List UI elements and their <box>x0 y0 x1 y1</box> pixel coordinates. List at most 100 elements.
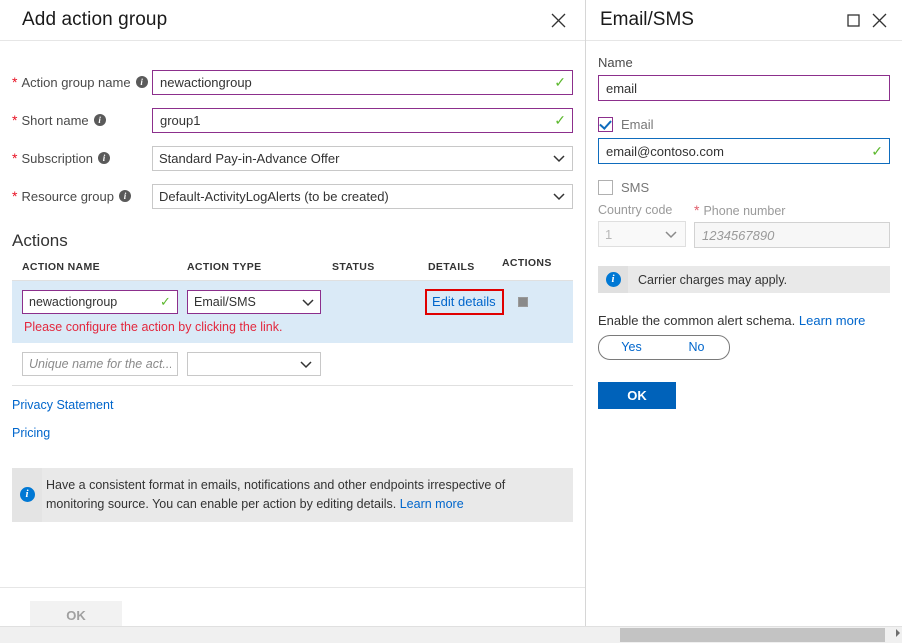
sms-checkbox-row: SMS <box>598 180 890 195</box>
column-header-action-type: ACTION TYPE <box>187 261 262 273</box>
email-checkbox[interactable] <box>598 117 613 132</box>
info-icon[interactable]: i <box>135 76 148 88</box>
label-short-name: * Short name i <box>12 113 152 128</box>
new-action-name-input[interactable] <box>22 352 178 376</box>
action-type-select[interactable]: Email/SMS <box>187 290 321 314</box>
info-box-text-area: Have a consistent format in emails, noti… <box>42 468 573 522</box>
maximize-icon[interactable] <box>840 7 866 33</box>
resource-group-select[interactable]: Default-ActivityLogAlerts (to be created… <box>152 183 573 209</box>
label-action-group-name: * Action group name i <box>12 75 152 90</box>
email-input[interactable] <box>598 138 890 164</box>
field-row-action-group-name: * Action group name i ✓ <box>12 63 573 101</box>
valid-check-icon: ✓ <box>160 294 171 309</box>
action-name-input[interactable] <box>22 290 178 314</box>
close-icon[interactable] <box>545 7 571 33</box>
ok-button[interactable]: OK <box>598 382 676 409</box>
actions-table-header: ACTION NAME ACTION TYPE STATUS DETAILS A… <box>12 257 573 281</box>
privacy-statement-link[interactable]: Privacy Statement <box>12 398 113 412</box>
edit-details-link[interactable]: Edit details <box>425 289 504 315</box>
common-alert-schema-toggle[interactable]: Yes No <box>598 335 730 360</box>
action-group-name-input[interactable] <box>152 69 573 95</box>
common-alert-schema-text: Enable the common alert schema. <box>598 313 796 328</box>
info-icon[interactable]: i <box>118 190 131 202</box>
name-label: Name <box>598 55 633 70</box>
actions-table: ACTION NAME ACTION TYPE STATUS DETAILS A… <box>12 257 573 386</box>
row-error-message: Please configure the action by clicking … <box>24 320 283 334</box>
label-resource-group: * Resource group i <box>12 189 152 204</box>
table-row-fields: ✓ Email/SMS Edit details <box>12 289 573 315</box>
column-header-actions: ACTIONS <box>502 257 552 269</box>
field-wrapper: Standard Pay-in-Advance Offer <box>152 145 573 171</box>
sms-subfields: Country code 1 * Phone number <box>598 203 890 248</box>
country-code-wrapper: 1 <box>598 221 686 247</box>
phone-number-label: * Phone number <box>694 203 890 218</box>
required-asterisk: * <box>12 74 18 90</box>
label-text: Action group name <box>21 74 131 90</box>
table-row: ✓ Email/SMS Edit details <box>12 281 573 343</box>
field-wrapper: ✓ <box>152 107 573 133</box>
info-icon: i <box>605 272 621 287</box>
required-asterisk: * <box>12 112 18 128</box>
horizontal-scrollbar[interactable] <box>0 626 902 643</box>
left-blade-header: Add action group <box>0 0 585 41</box>
page-title: Add action group <box>22 9 168 30</box>
delete-icon[interactable] <box>518 297 528 307</box>
actions-section-heading: Actions <box>12 231 68 250</box>
column-header-action-name: ACTION NAME <box>22 261 100 273</box>
required-asterisk: * <box>12 188 18 204</box>
info-box-icon-area: i <box>12 468 42 522</box>
scrollbar-thumb[interactable] <box>620 628 885 642</box>
common-alert-schema-line: Enable the common alert schema. Learn mo… <box>598 313 890 328</box>
right-blade-body: Name Email ✓ SMS Country code <box>586 41 902 643</box>
action-type-cell: Email/SMS <box>187 290 332 314</box>
sms-checkbox-label: SMS <box>621 180 650 195</box>
common-schema-info-box: i Have a consistent format in emails, no… <box>12 468 573 522</box>
country-code-select[interactable]: 1 <box>598 221 686 247</box>
column-header-status: STATUS <box>332 261 375 273</box>
carrier-charges-text: Carrier charges may apply. <box>638 272 788 287</box>
label-text: Resource group <box>21 188 114 204</box>
right-blade-header: Email/SMS <box>586 0 902 41</box>
scroll-right-arrow-icon[interactable] <box>896 629 900 637</box>
email-field-wrapper: ✓ <box>598 138 890 164</box>
email-sms-title: Email/SMS <box>600 9 694 30</box>
required-asterisk: * <box>694 202 700 218</box>
phone-number-group: * Phone number <box>694 203 890 248</box>
country-code-label: Country code <box>598 203 673 217</box>
info-icon[interactable]: i <box>93 114 106 126</box>
new-action-type-select[interactable] <box>187 352 321 376</box>
name-field-wrapper <box>598 75 890 101</box>
field-row-resource-group: * Resource group i Default-ActivityLogAl… <box>12 177 573 215</box>
email-checkbox-row: Email <box>598 117 890 132</box>
field-row-subscription: * Subscription i Standard Pay-in-Advance… <box>12 139 573 177</box>
subscription-select[interactable]: Standard Pay-in-Advance Offer <box>152 145 573 171</box>
learn-more-link[interactable]: Learn more <box>799 313 865 328</box>
toggle-option-yes[interactable]: Yes <box>599 341 664 354</box>
field-wrapper: ✓ <box>152 69 573 95</box>
field-wrapper: Default-ActivityLogAlerts (to be created… <box>152 183 573 209</box>
close-icon[interactable] <box>866 7 892 33</box>
azure-portal-blades: Add action group * Action group name i ✓ <box>0 0 902 643</box>
email-checkbox-label: Email <box>621 117 654 132</box>
sms-checkbox[interactable] <box>598 180 613 195</box>
phone-label-text: Phone number <box>703 204 786 218</box>
label-text: Short name <box>21 112 89 128</box>
learn-more-link[interactable]: Learn more <box>400 497 464 511</box>
left-blade-body: * Action group name i ✓ * Short name i <box>0 41 585 587</box>
table-row <box>12 343 573 386</box>
add-action-group-blade: Add action group * Action group name i ✓ <box>0 0 586 643</box>
new-action-type-cell <box>187 352 321 376</box>
required-asterisk: * <box>12 150 18 166</box>
carrier-charges-info-box: i Carrier charges may apply. <box>598 266 890 293</box>
column-header-details: DETAILS <box>428 261 475 273</box>
action-name-cell: ✓ <box>12 290 187 314</box>
toggle-option-no[interactable]: No <box>664 341 729 354</box>
phone-number-input[interactable] <box>694 222 890 248</box>
pricing-link[interactable]: Pricing <box>12 426 50 440</box>
label-subscription: * Subscription i <box>12 151 152 166</box>
email-sms-blade: Email/SMS Name Email ✓ SM <box>586 0 902 643</box>
info-icon[interactable]: i <box>98 152 110 164</box>
short-name-input[interactable] <box>152 107 573 133</box>
country-code-group: Country code 1 <box>598 203 686 248</box>
name-input[interactable] <box>598 75 890 101</box>
